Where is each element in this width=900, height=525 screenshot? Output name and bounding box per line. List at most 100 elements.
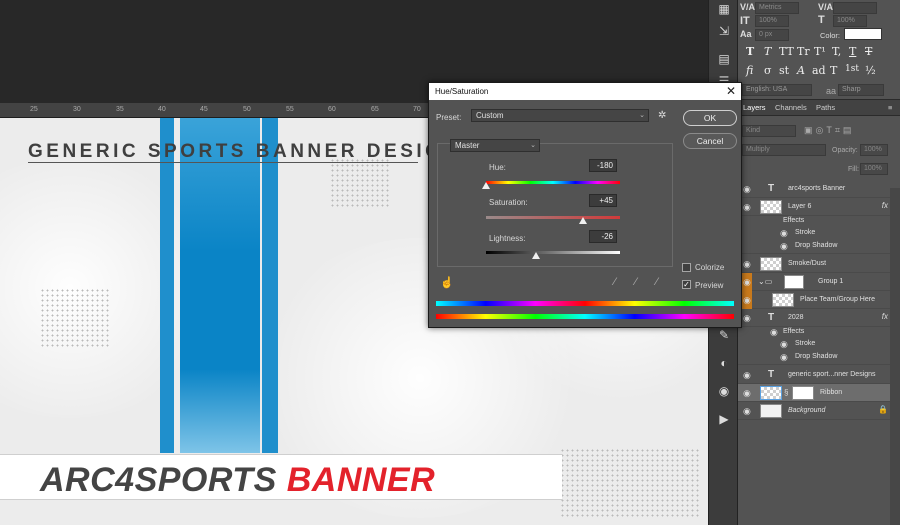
layer-row[interactable]: ◉ Layer 6 fx — [738, 198, 890, 216]
visibility-eye-icon[interactable]: ◉ — [743, 388, 751, 399]
colorize-checkbox[interactable] — [682, 263, 691, 272]
stylistic-button[interactable]: ad — [812, 64, 826, 77]
effect-row[interactable]: ◉ Drop Shadow — [738, 351, 890, 365]
horizontal-scale-field[interactable]: 100% — [833, 15, 867, 27]
ok-button[interactable]: OK — [683, 110, 737, 126]
effects-row[interactable]: Effects — [738, 216, 890, 228]
visibility-eye-icon[interactable]: ◉ — [780, 339, 788, 350]
faux-italic-button[interactable]: T — [764, 45, 771, 58]
fill-field[interactable]: 100% — [860, 163, 888, 175]
visibility-eye-icon[interactable]: ◉ — [743, 259, 751, 270]
fx-icon[interactable]: fx — [882, 201, 888, 210]
layer-row[interactable]: ◉ T 2028 fx — [738, 309, 890, 327]
layers-scrollbar[interactable] — [890, 188, 900, 525]
antialias-select[interactable]: Sharp — [838, 84, 884, 96]
tracking-select[interactable] — [833, 2, 877, 14]
underline-button[interactable]: T — [849, 45, 856, 58]
visibility-eye-icon[interactable]: ◉ — [743, 277, 751, 288]
fractions-button[interactable]: ½ — [865, 64, 876, 77]
library-icon[interactable]: ▤ — [715, 50, 733, 68]
grid-icon[interactable]: ▦ — [715, 0, 733, 18]
layer-row[interactable]: ◉ T generic sport...nner Designs — [738, 366, 890, 384]
faux-bold-button[interactable]: T — [746, 45, 754, 58]
layer-row[interactable]: ◉ T arc4sports Banner — [738, 180, 890, 198]
visibility-eye-icon[interactable]: ◉ — [780, 241, 788, 252]
visibility-eye-icon[interactable]: ◉ — [743, 406, 751, 417]
vertical-scale-field[interactable]: 100% — [755, 15, 789, 27]
halftone-dots — [560, 448, 700, 518]
layer-mask-thumbnail — [792, 386, 814, 400]
layer-row[interactable]: ◉ Place Team/Group Here — [738, 291, 890, 309]
effect-row[interactable]: ◉ Drop Shadow — [738, 240, 890, 254]
superscript-button[interactable]: T¹ — [814, 45, 826, 58]
discretionary-ligature-button[interactable]: st — [779, 64, 789, 77]
layer-row[interactable]: ◉ Background 🔒 — [738, 402, 890, 420]
saturation-input[interactable]: +45 — [589, 194, 617, 207]
lightness-slider-thumb[interactable] — [531, 252, 540, 259]
fx-icon[interactable]: fx — [882, 312, 888, 321]
color-swatch[interactable] — [844, 28, 882, 40]
subscript-button[interactable]: T, — [832, 45, 841, 58]
strikethrough-button[interactable]: T — [865, 45, 872, 58]
visibility-eye-icon[interactable]: ◉ — [743, 370, 751, 381]
effects-row[interactable]: ◉ Effects — [738, 327, 890, 339]
opacity-field[interactable]: 100% — [860, 144, 888, 156]
eyedropper-minus-icon[interactable]: ⁄ — [656, 276, 658, 288]
folder-icon[interactable]: ⌄▭ — [758, 277, 772, 286]
effect-row[interactable]: ◉ Stroke — [738, 339, 890, 351]
swash-button[interactable]: A — [797, 64, 805, 77]
tab-layers[interactable]: Layers — [743, 103, 766, 112]
channel-select[interactable]: Master ⌄ — [450, 139, 540, 152]
preview-checkbox[interactable]: ✓ — [682, 280, 691, 289]
layer-row[interactable]: ◉ Smoke/Dust — [738, 255, 890, 273]
close-icon[interactable]: ✕ — [726, 84, 736, 98]
visibility-eye-icon[interactable]: ◉ — [780, 352, 788, 363]
filter-kind-select[interactable]: Kind — [742, 125, 796, 137]
cancel-button[interactable]: Cancel — [683, 133, 737, 149]
language-select[interactable]: English: USA — [742, 84, 812, 96]
ligature-button[interactable]: fi — [746, 64, 753, 77]
eyedropper-icon[interactable]: ⁄ — [614, 276, 616, 288]
adjust-icon[interactable]: ⇲ — [715, 22, 733, 40]
small-caps-button[interactable]: Tr — [797, 45, 810, 58]
swatch-icon[interactable]: ◉ — [715, 382, 733, 400]
tab-channels[interactable]: Channels — [775, 103, 807, 112]
brush-icon[interactable]: ✎ — [715, 326, 733, 344]
link-icon[interactable]: § — [784, 388, 788, 397]
play-icon[interactable]: ▶ — [715, 410, 733, 428]
preset-select[interactable]: Custom ⌄ — [471, 109, 649, 122]
visibility-eye-icon[interactable]: ◉ — [743, 202, 751, 213]
dialog-titlebar[interactable]: Hue/Saturation ✕ — [429, 83, 741, 100]
ordinals-button[interactable]: 1st — [845, 64, 859, 74]
gear-icon[interactable]: ✲ — [658, 110, 666, 121]
visibility-eye-icon[interactable]: ◉ — [743, 313, 751, 324]
visibility-eye-icon[interactable]: ◉ — [743, 184, 751, 195]
tab-paths[interactable]: Paths — [816, 103, 835, 112]
hue-slider-thumb[interactable] — [482, 182, 490, 189]
baseline-field[interactable]: 0 px — [755, 29, 789, 41]
layer-row-selected[interactable]: ◉ § Ribbon — [738, 384, 890, 402]
saturation-slider-track[interactable] — [486, 216, 620, 219]
visibility-eye-icon[interactable]: ◉ — [743, 295, 751, 306]
lightness-input[interactable]: -26 — [589, 230, 617, 243]
effect-row[interactable]: ◉ Stroke — [738, 228, 890, 240]
hand-adjust-icon[interactable]: ☝ — [440, 276, 454, 289]
panel-menu-icon[interactable]: ≡ — [888, 103, 892, 112]
all-caps-button[interactable]: TT — [779, 45, 794, 58]
filter-icons[interactable]: ▣◎T⌗▤ — [804, 125, 854, 136]
titling-button[interactable]: T — [830, 64, 837, 77]
ruler-tick-label: 60 — [328, 106, 336, 113]
blend-mode-select[interactable]: Multiply — [742, 144, 826, 156]
contextual-button[interactable]: σ — [764, 64, 772, 77]
saturation-slider-thumb[interactable] — [579, 217, 588, 224]
color-icon[interactable]: ◐ — [715, 354, 733, 372]
kerning-select[interactable]: Metrics — [755, 2, 799, 14]
layer-thumbnail — [760, 404, 782, 418]
hue-slider-track[interactable] — [486, 181, 620, 184]
visibility-eye-icon[interactable]: ◉ — [770, 327, 778, 338]
layer-row[interactable]: ◉ ⌄▭ Group 1 — [738, 273, 890, 291]
eyedropper-plus-icon[interactable]: ⁄ — [635, 276, 637, 288]
hue-input[interactable]: -180 — [589, 159, 617, 172]
visibility-eye-icon[interactable]: ◉ — [780, 228, 788, 239]
lightness-slider-track[interactable] — [486, 251, 620, 254]
